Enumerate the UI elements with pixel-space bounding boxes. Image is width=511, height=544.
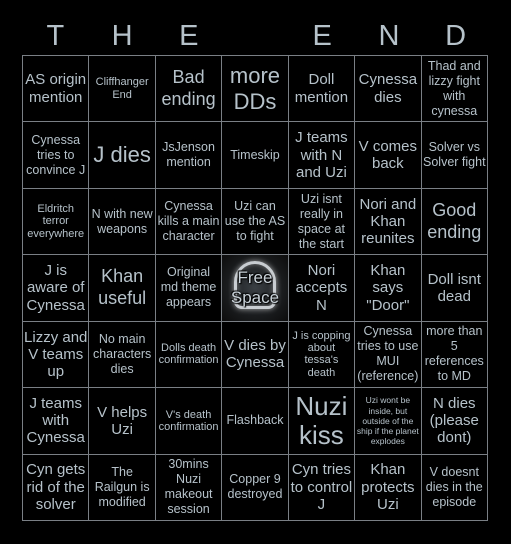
bingo-cell[interactable]: Eldritch terror everywhere [23, 188, 90, 256]
bingo-cell[interactable]: Cynessa kills a main character [155, 188, 223, 256]
bingo-cell[interactable]: Khan protects Uzi [355, 454, 422, 521]
bingo-cell[interactable]: Khan says "Door" [355, 255, 422, 322]
bingo-cell[interactable]: Copper 9 destroyed [222, 454, 289, 521]
bingo-cell[interactable]: J dies [89, 122, 156, 189]
bingo-cell[interactable]: J is copping about tessa's death [288, 321, 356, 389]
bingo-cell[interactable]: Uzi wont be inside, but outside of the s… [355, 388, 422, 455]
bingo-cell[interactable]: No main characters dies [89, 321, 156, 389]
bingo-cell[interactable]: Nuzi kiss [288, 388, 356, 455]
bingo-cell[interactable]: Original md theme appears [155, 255, 223, 322]
bingo-cell[interactable]: AS origin mention [23, 56, 90, 123]
bingo-cell[interactable]: J teams with Cynessa [23, 388, 90, 455]
bingo-cell[interactable]: Cyn gets rid of the solver [23, 454, 90, 521]
bingo-cell[interactable]: J is aware of Cynessa [23, 255, 90, 322]
bingo-cell[interactable]: 30mins Nuzi makeout session [155, 454, 223, 521]
bingo-cell[interactable]: Doll mention [288, 56, 356, 123]
bingo-cell[interactable]: N dies (please dont) [421, 388, 488, 455]
header-letter: N [378, 20, 400, 52]
bingo-cell[interactable]: Uzi can use the AS to fight [222, 188, 289, 256]
bingo-cell[interactable]: Cynessa tries to convince J [23, 122, 90, 189]
bingo-cell[interactable]: N with new weapons [89, 188, 156, 256]
bingo-cell[interactable]: J teams with N and Uzi [288, 122, 356, 189]
bingo-cell[interactable]: Solver vs Solver fight [421, 122, 488, 189]
bingo-cell[interactable]: Lizzy and V teams up [23, 321, 90, 389]
bingo-board: AS origin mention Cliffhanger End Bad en… [22, 55, 488, 521]
free-space-label: Free Space [230, 268, 280, 307]
header-letter: E [312, 20, 332, 52]
bingo-cell[interactable]: V comes back [355, 122, 422, 189]
bingo-cell[interactable]: Cynessa dies [355, 56, 422, 123]
header-letter: H [111, 20, 133, 52]
bingo-cell[interactable]: V dies by Cynessa [222, 321, 289, 389]
bingo-header: T H E E N D [22, 18, 489, 54]
bingo-cell[interactable]: Doll isnt dead [421, 255, 488, 322]
bingo-cell[interactable]: Bad ending [155, 56, 223, 123]
bingo-cell[interactable]: Thad and lizzy fight with cynessa [421, 56, 488, 123]
bingo-cell[interactable]: Good ending [421, 188, 488, 256]
bingo-cell[interactable]: Nori accepts N [288, 255, 356, 322]
bingo-cell[interactable]: Timeskip [222, 122, 289, 189]
bingo-cell[interactable]: V doesnt dies in the episode [421, 454, 488, 521]
bingo-cell[interactable]: Cliffhanger End [89, 56, 156, 123]
bingo-cell[interactable]: Khan useful [89, 255, 156, 322]
bingo-cell[interactable]: more than 5 references to MD [421, 321, 488, 389]
header-letter: E [179, 20, 199, 52]
free-space-cell[interactable]: Free Space [222, 255, 289, 322]
bingo-cell[interactable]: V helps Uzi [89, 388, 156, 455]
header-letter [222, 18, 289, 54]
bingo-cell[interactable]: Uzi isnt really in space at the start [288, 188, 356, 256]
bingo-cell[interactable]: more DDs [222, 56, 289, 123]
header-letter: T [46, 20, 65, 52]
bingo-cell[interactable]: Cyn tries to control J [288, 454, 356, 521]
bingo-cell[interactable]: V's death confirmation [155, 388, 223, 455]
bingo-cell[interactable]: JsJenson mention [155, 122, 223, 189]
bingo-cell[interactable]: Nori and Khan reunites [355, 188, 422, 256]
bingo-cell[interactable]: Dolls death confirmation [155, 321, 223, 389]
bingo-cell[interactable]: The Railgun is modified [89, 454, 156, 521]
bingo-cell[interactable]: Flashback [222, 388, 289, 455]
header-letter: D [445, 20, 467, 52]
bingo-cell[interactable]: Cynessa tries to use MUI (reference) [355, 321, 422, 389]
